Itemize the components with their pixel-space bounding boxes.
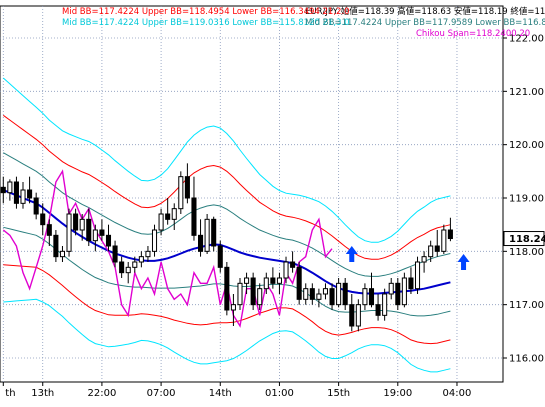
candle-down — [33, 197, 39, 215]
candle-down — [290, 261, 296, 268]
candle-up — [7, 181, 13, 194]
candle-up — [151, 229, 158, 252]
candle-up — [401, 277, 407, 306]
candle-down — [309, 288, 315, 300]
candle-up — [204, 218, 210, 252]
candle-up — [388, 282, 394, 295]
candle-up — [230, 304, 236, 311]
x-tick-label: 13th — [31, 388, 54, 399]
candle-up — [59, 250, 66, 258]
candle-up — [158, 213, 164, 231]
candle-down — [119, 261, 125, 274]
y-tick-label: 120.00 — [509, 140, 544, 151]
candle-down — [165, 213, 171, 220]
candle-down — [105, 234, 112, 247]
candle-down — [434, 245, 440, 252]
chart-svg: 116.00117.00118.00119.00120.00121.00122.… — [0, 0, 545, 403]
plot-frame — [0, 5, 504, 383]
candle-up — [441, 229, 447, 252]
candle-up — [145, 250, 151, 258]
candle-up — [263, 277, 269, 290]
current-price-label: 118.24 — [509, 234, 545, 245]
candle-up — [382, 293, 388, 316]
candle-up — [132, 261, 138, 268]
candle-up — [20, 189, 26, 204]
y-tick-label: 121.00 — [509, 87, 544, 98]
candle-up — [79, 218, 85, 231]
x-tick-label: 14th — [209, 388, 232, 399]
candle-up — [283, 261, 289, 279]
y-tick-label: 119.00 — [509, 194, 544, 205]
candle-down — [13, 181, 19, 204]
candle-down — [224, 266, 230, 311]
y-tick-label: 116.00 — [509, 354, 544, 365]
candle-down — [395, 282, 401, 306]
candle-up — [138, 256, 144, 263]
candle-down — [217, 245, 223, 268]
candle-down — [408, 277, 414, 290]
candle-down — [191, 197, 197, 236]
candle-down — [375, 304, 381, 316]
x-tick-label: 07:00 — [147, 388, 176, 399]
x-tick-label: 15th — [327, 388, 350, 399]
candle-down — [270, 277, 276, 284]
legend-entry: Chikou Span=118.2400 20 — [416, 29, 530, 39]
candle-up — [276, 277, 282, 284]
candle-down — [73, 213, 79, 231]
candle-down — [329, 288, 335, 306]
x-tick-label: th — [5, 388, 15, 399]
x-tick-label: 19:00 — [383, 388, 412, 399]
candle-up — [257, 288, 263, 306]
x-tick-label: 04:00 — [443, 388, 472, 399]
candle-up — [125, 266, 131, 274]
candle-down — [40, 213, 46, 226]
candle-up — [178, 176, 184, 210]
candle-down — [99, 229, 105, 236]
candle-down — [27, 189, 33, 199]
candle-down — [112, 245, 118, 263]
candle-up — [322, 288, 329, 295]
legend-entry: Mid BB=117.4224 Upper BB=118.4954 Lower … — [62, 7, 350, 17]
x-tick-label: 01:00 — [265, 388, 294, 399]
candle-up — [336, 282, 342, 306]
candle-down — [86, 218, 92, 242]
candle-up — [92, 229, 98, 242]
candle-up — [428, 245, 434, 258]
candle-up — [237, 282, 243, 306]
candle-down — [184, 176, 190, 199]
candle-down — [368, 288, 375, 306]
candle-down — [0, 186, 6, 194]
candle-down — [447, 229, 453, 240]
legend-entry: Mid BB=117.4224 Upper BB=117.9589 Lower … — [305, 18, 545, 28]
y-tick-label: 117.00 — [509, 300, 544, 311]
candle-down — [211, 218, 217, 247]
candle-down — [342, 282, 348, 306]
candle-up — [414, 261, 421, 290]
candle-up — [66, 213, 72, 252]
candle-up — [355, 304, 361, 327]
candle-up — [303, 288, 309, 300]
candle-up — [316, 293, 322, 300]
x-tick-label: 22:00 — [88, 388, 117, 399]
candle-down — [46, 224, 52, 236]
candle-down — [198, 234, 204, 252]
candle-up — [362, 288, 368, 306]
candle-down — [250, 277, 256, 306]
candle-down — [349, 304, 355, 327]
candle-down — [296, 266, 302, 300]
candle-down — [53, 234, 59, 258]
candle-up — [171, 208, 177, 220]
chart: 116.00 117.00 118.00 119.00 120.00 121.00 122.… — [0, 0, 545, 403]
y-tick-label: 118.00 — [509, 247, 544, 258]
candle-up — [244, 277, 250, 284]
candle-up — [421, 256, 427, 263]
